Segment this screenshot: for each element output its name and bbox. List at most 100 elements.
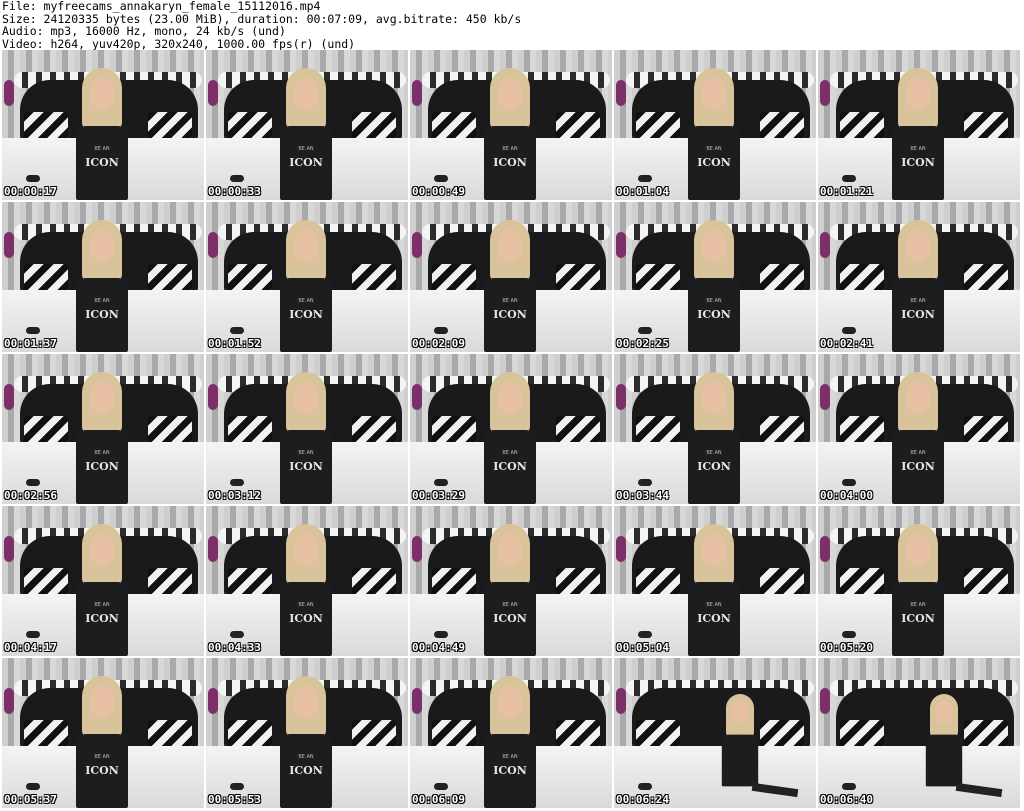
video-thumbnail: BE AN ICON 00:03:44 <box>614 354 816 504</box>
video-thumbnail: BE AN ICON 00:03:29 <box>410 354 612 504</box>
file-name-line: File: myfreecams_annakaryn_female_151120… <box>2 0 321 13</box>
computer-mouse <box>434 783 448 790</box>
person-figure: BE AN ICON <box>888 68 948 200</box>
person-figure: BE AN ICON <box>276 220 336 352</box>
face <box>498 78 522 110</box>
flower-decoration <box>4 80 14 106</box>
thumbnail-timestamp: 00:04:33 <box>208 641 261 654</box>
video-thumbnail: BE AN ICON 00:05:37 <box>2 658 204 808</box>
flower-decoration <box>208 80 218 106</box>
flower-decoration <box>820 80 830 106</box>
video-thumbnail: BE AN ICON 00:00:49 <box>410 50 612 200</box>
video-thumbnail: BE AN ICON 00:04:49 <box>410 506 612 656</box>
thumbnail-timestamp: 00:03:44 <box>616 489 669 502</box>
person-figure <box>719 694 761 787</box>
thumbnail-timestamp: 00:02:25 <box>616 337 669 350</box>
computer-mouse <box>638 327 652 334</box>
shirt-print-icon: ICON <box>289 612 323 625</box>
shirt-print-icon: ICON <box>901 612 935 625</box>
face <box>294 686 318 718</box>
flower-decoration <box>412 232 422 258</box>
computer-mouse <box>638 783 652 790</box>
flower-decoration <box>616 536 626 562</box>
flower-decoration <box>412 384 422 410</box>
video-thumbnail: BE AN ICON 00:01:37 <box>2 202 204 352</box>
video-thumbnail: BE AN ICON 00:03:12 <box>206 354 408 504</box>
computer-mouse <box>434 175 448 182</box>
flower-decoration <box>820 232 830 258</box>
shirt-print-icon: ICON <box>901 460 935 473</box>
tank-top: BE AN ICON <box>280 278 332 352</box>
shirt-print-icon: ICON <box>493 460 527 473</box>
shirt-print-icon: ICON <box>85 308 119 321</box>
flower-decoration <box>820 688 830 714</box>
face <box>935 701 953 724</box>
thumbnail-timestamp: 00:00:33 <box>208 185 261 198</box>
shirt-print-small: BE AN <box>502 754 518 760</box>
computer-mouse <box>842 783 856 790</box>
person-figure: BE AN ICON <box>684 372 744 504</box>
face <box>90 230 114 262</box>
flower-decoration <box>4 232 14 258</box>
shirt-print-small: BE AN <box>910 298 926 304</box>
face <box>498 230 522 262</box>
computer-mouse <box>230 479 244 486</box>
flower-decoration <box>412 688 422 714</box>
thumbnail-timestamp: 00:06:24 <box>616 793 669 806</box>
shirt-print-icon: ICON <box>697 156 731 169</box>
face <box>294 534 318 566</box>
shirt-print-small: BE AN <box>502 602 518 608</box>
video-thumbnail: BE AN ICON 00:02:56 <box>2 354 204 504</box>
flower-decoration <box>208 384 218 410</box>
shirt-print-icon: ICON <box>85 156 119 169</box>
person-figure: BE AN ICON <box>480 220 540 352</box>
tank-top: BE AN ICON <box>76 734 128 808</box>
tank-top <box>721 734 759 787</box>
video-thumbnail: BE AN ICON 00:05:20 <box>818 506 1020 656</box>
person-figure: BE AN ICON <box>72 220 132 352</box>
face <box>702 78 726 110</box>
computer-mouse <box>638 175 652 182</box>
shirt-print-small: BE AN <box>94 298 110 304</box>
shirt-print-icon: ICON <box>493 308 527 321</box>
video-thumbnail: BE AN ICON 00:04:33 <box>206 506 408 656</box>
thumbnail-timestamp: 00:01:52 <box>208 337 261 350</box>
shirt-print-icon: ICON <box>493 764 527 777</box>
computer-mouse <box>26 479 40 486</box>
face <box>906 382 930 414</box>
video-thumbnail: BE AN ICON 00:01:04 <box>614 50 816 200</box>
video-thumbnail: BE AN ICON 00:01:21 <box>818 50 1020 200</box>
shirt-print-icon: ICON <box>493 156 527 169</box>
file-info-header: File: myfreecams_annakaryn_female_151120… <box>2 0 521 50</box>
computer-mouse <box>26 783 40 790</box>
tank-top: BE AN ICON <box>484 582 536 656</box>
face <box>906 230 930 262</box>
computer-mouse <box>434 327 448 334</box>
shirt-print-icon: ICON <box>289 764 323 777</box>
shirt-print-small: BE AN <box>298 298 314 304</box>
computer-mouse <box>842 175 856 182</box>
flower-decoration <box>412 80 422 106</box>
video-thumbnail: BE AN ICON 00:02:41 <box>818 202 1020 352</box>
computer-mouse <box>842 479 856 486</box>
video-thumbnail: BE AN ICON 00:04:17 <box>2 506 204 656</box>
shirt-print-small: BE AN <box>706 298 722 304</box>
person-figure: BE AN ICON <box>684 68 744 200</box>
flower-decoration <box>4 688 14 714</box>
person-figure: BE AN ICON <box>276 676 336 808</box>
computer-mouse <box>638 479 652 486</box>
computer-mouse <box>434 479 448 486</box>
person-figure: BE AN ICON <box>480 372 540 504</box>
computer-mouse <box>26 327 40 334</box>
shirt-print-small: BE AN <box>706 450 722 456</box>
video-thumbnail: BE AN ICON 00:06:09 <box>410 658 612 808</box>
video-thumbnail: BE AN ICON 00:00:33 <box>206 50 408 200</box>
shirt-print-small: BE AN <box>706 602 722 608</box>
shirt-print-icon: ICON <box>289 156 323 169</box>
face <box>294 230 318 262</box>
thumbnail-timestamp: 00:01:37 <box>4 337 57 350</box>
audio-info-line: Audio: mp3, 16000 Hz, mono, 24 kb/s (und… <box>2 24 286 38</box>
video-thumbnail: BE AN ICON 00:02:25 <box>614 202 816 352</box>
person-figure: BE AN ICON <box>72 372 132 504</box>
video-info-line: Video: h264, yuv420p, 320x240, 1000.00 f… <box>2 36 356 51</box>
